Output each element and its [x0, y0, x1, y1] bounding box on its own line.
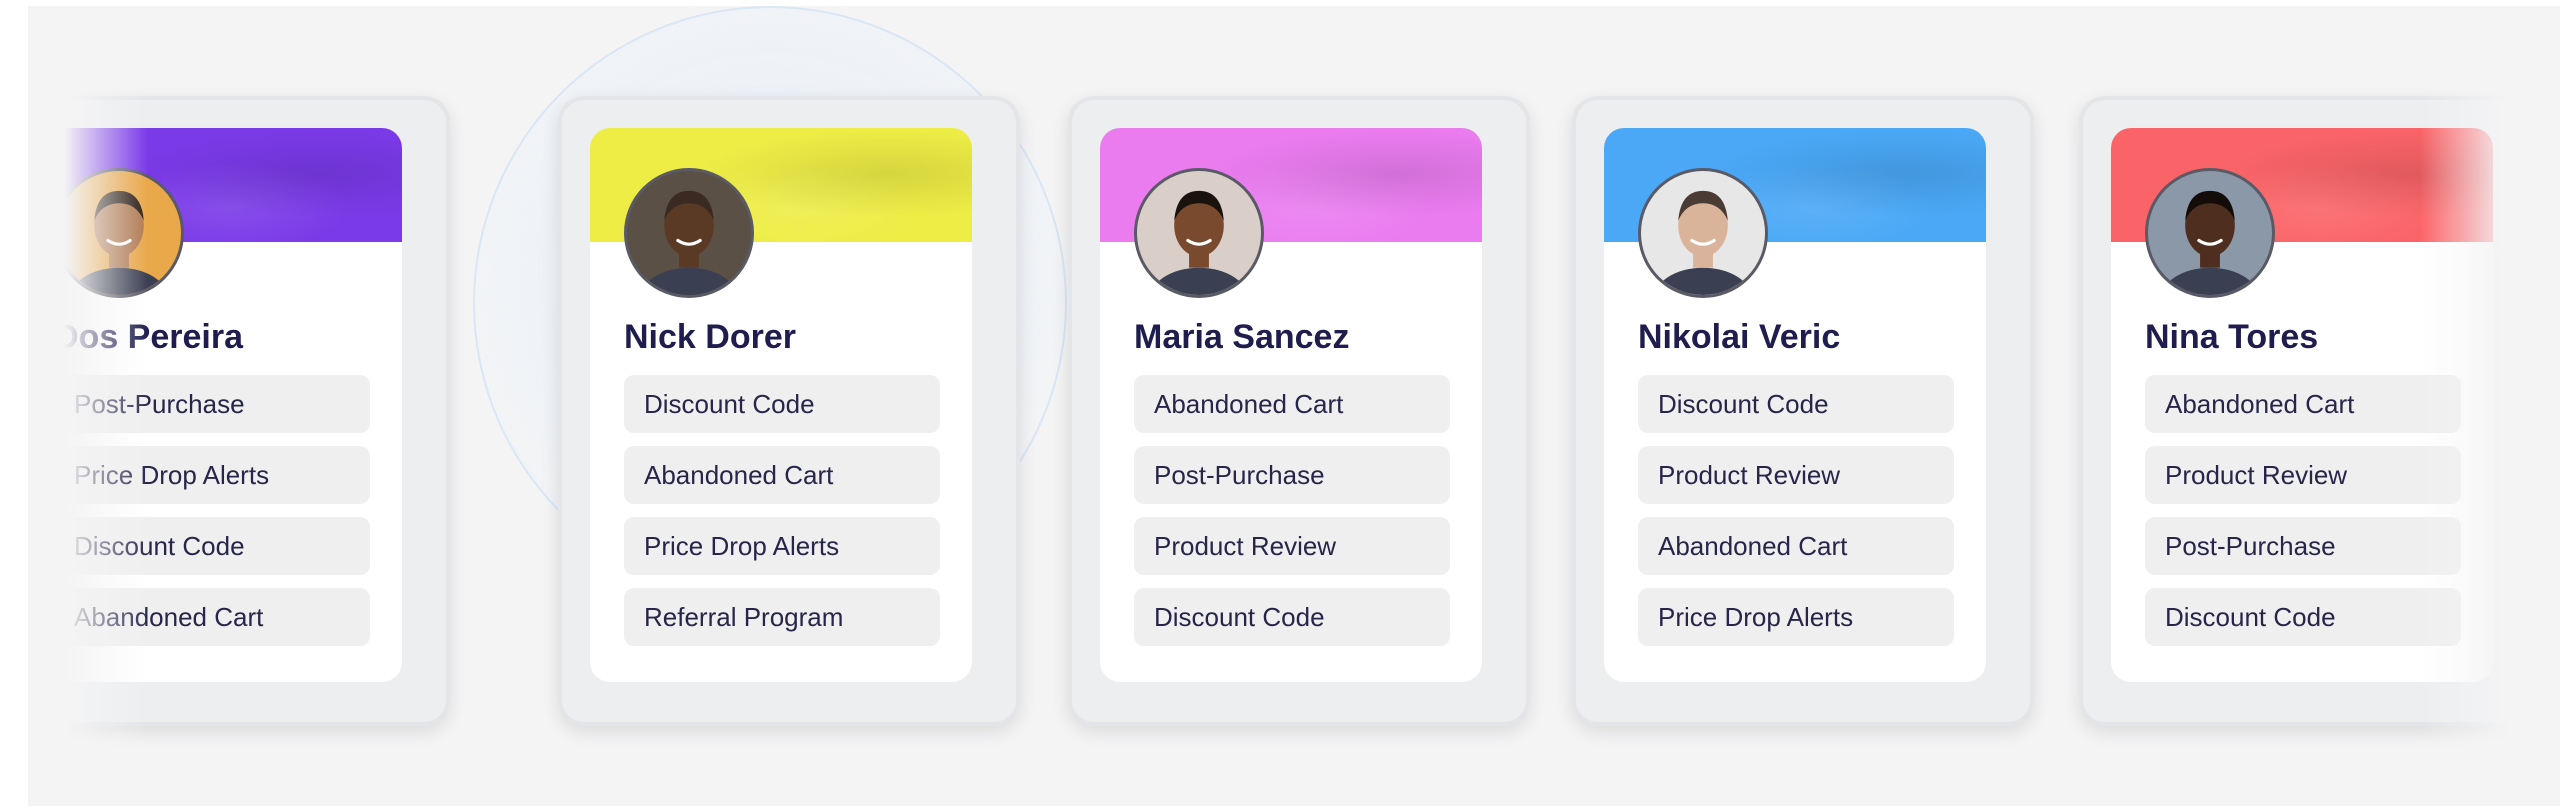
campaign-tag[interactable]: Price Drop Alerts [1638, 588, 1954, 646]
campaign-tag[interactable]: Discount Code [624, 375, 940, 433]
person-portrait-icon [1654, 190, 1752, 295]
profile-card-body: Dos Pereira Post-Purchase Price Drop Ale… [28, 128, 402, 682]
campaign-tag[interactable]: Abandoned Cart [624, 446, 940, 504]
profile-card-body: Nina Tores Abandoned Cart Product Review… [2111, 128, 2493, 682]
profile-card-body: Nikolai Veric Discount Code Product Revi… [1604, 128, 1986, 682]
avatar [1638, 168, 1768, 298]
campaign-tag[interactable]: Discount Code [2145, 588, 2461, 646]
profile-name: Nikolai Veric [1638, 318, 1841, 356]
campaign-tag[interactable]: Abandoned Cart [54, 588, 370, 646]
profile-card[interactable]: Dos Pereira Post-Purchase Price Drop Ale… [28, 96, 450, 726]
carousel-stage: Dos Pereira Post-Purchase Price Drop Ale… [28, 6, 2560, 806]
campaign-tag[interactable]: Discount Code [1638, 375, 1954, 433]
campaign-tag[interactable]: Abandoned Cart [1638, 517, 1954, 575]
campaign-tag-list: Post-Purchase Price Drop Alerts Discount… [54, 375, 370, 659]
person-portrait-icon [2161, 190, 2259, 295]
profile-name: Nina Tores [2145, 318, 2319, 356]
page-corner [0, 0, 28, 70]
profile-card[interactable]: Nina Tores Abandoned Cart Product Review… [2079, 96, 2541, 726]
profile-card-body: Maria Sancez Abandoned Cart Post-Purchas… [1100, 128, 1482, 682]
campaign-tag[interactable]: Post-Purchase [2145, 517, 2461, 575]
avatar [1134, 168, 1264, 298]
campaign-tag[interactable]: Discount Code [54, 517, 370, 575]
campaign-tag[interactable]: Abandoned Cart [1134, 375, 1450, 433]
campaign-tag[interactable]: Referral Program [624, 588, 940, 646]
campaign-tag[interactable]: Post-Purchase [54, 375, 370, 433]
avatar [624, 168, 754, 298]
profile-name: Dos Pereira [54, 318, 243, 356]
avatar [54, 168, 184, 298]
campaign-tag[interactable]: Post-Purchase [1134, 446, 1450, 504]
campaign-tag[interactable]: Abandoned Cart [2145, 375, 2461, 433]
campaign-tag-list: Discount Code Abandoned Cart Price Drop … [624, 375, 940, 659]
campaign-tag[interactable]: Price Drop Alerts [54, 446, 370, 504]
campaign-tag-list: Discount Code Product Review Abandoned C… [1638, 375, 1954, 659]
page-corner [0, 760, 28, 810]
campaign-tag[interactable]: Price Drop Alerts [624, 517, 940, 575]
campaign-tag[interactable]: Product Review [1134, 517, 1450, 575]
profile-card[interactable]: Nikolai Veric Discount Code Product Revi… [1572, 96, 2034, 726]
person-portrait-icon [640, 190, 738, 295]
campaign-tag[interactable]: Product Review [2145, 446, 2461, 504]
profile-card[interactable]: Nick Dorer Discount Code Abandoned Cart … [558, 96, 1020, 726]
campaign-tag-list: Abandoned Cart Product Review Post-Purch… [2145, 375, 2461, 659]
person-portrait-icon [70, 190, 168, 295]
profile-name: Nick Dorer [624, 318, 796, 356]
profile-name: Maria Sancez [1134, 318, 1350, 356]
campaign-tag[interactable]: Discount Code [1134, 588, 1450, 646]
profile-card[interactable]: Maria Sancez Abandoned Cart Post-Purchas… [1068, 96, 1530, 726]
person-portrait-icon [1150, 190, 1248, 295]
profile-card-row: Dos Pereira Post-Purchase Price Drop Ale… [28, 6, 2560, 806]
campaign-tag[interactable]: Product Review [1638, 446, 1954, 504]
campaign-tag-list: Abandoned Cart Post-Purchase Product Rev… [1134, 375, 1450, 659]
avatar [2145, 168, 2275, 298]
profile-card-body: Nick Dorer Discount Code Abandoned Cart … [590, 128, 972, 682]
